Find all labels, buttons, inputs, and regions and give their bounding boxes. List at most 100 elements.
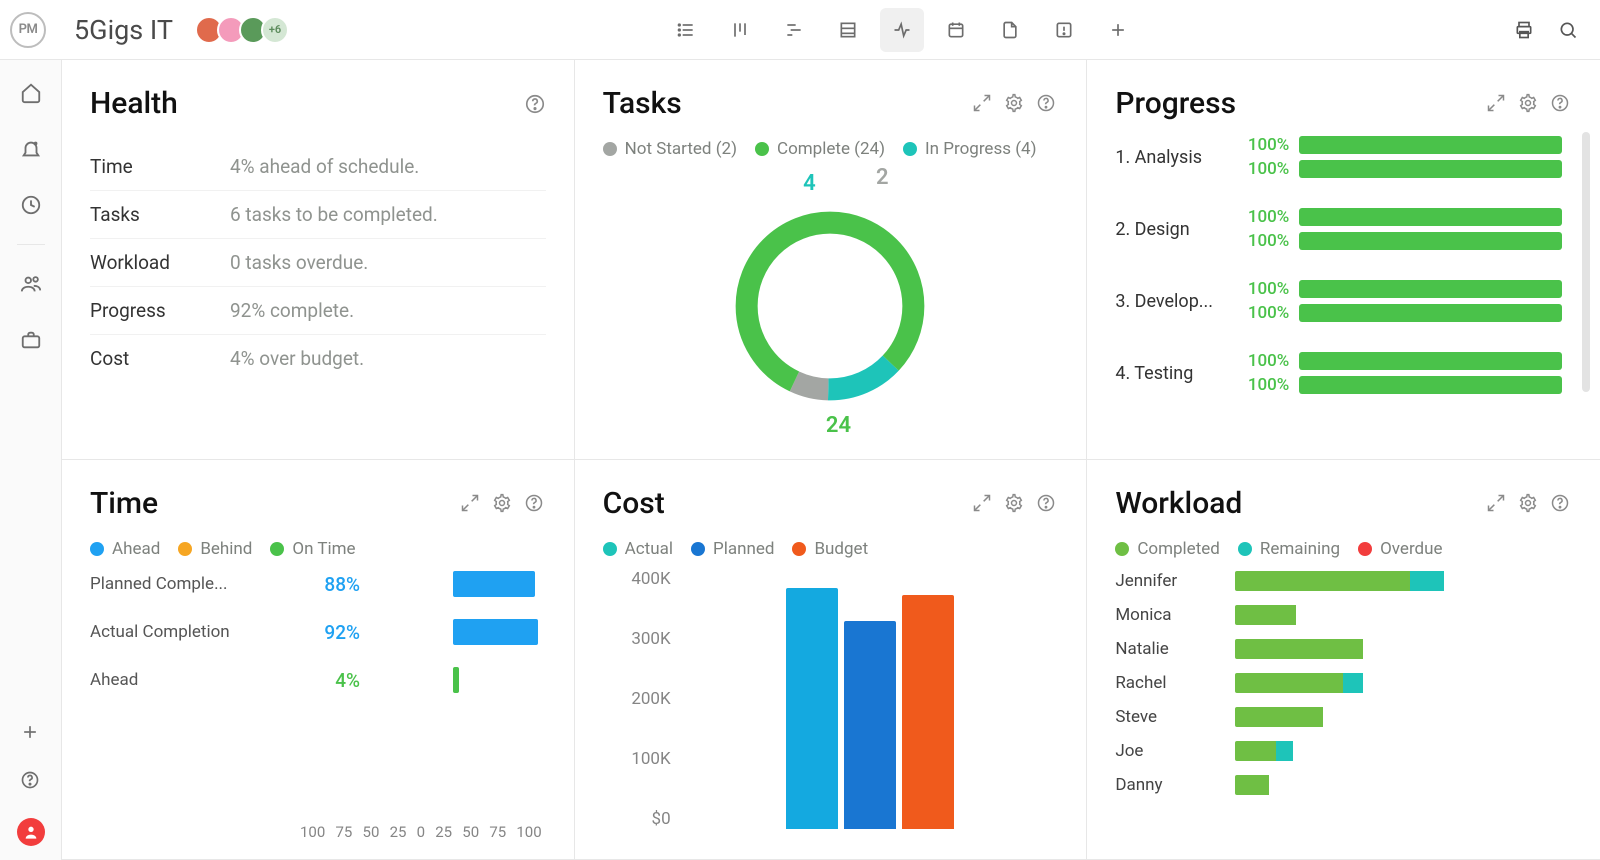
cost-bar (902, 595, 954, 829)
legend-label: Planned (713, 539, 774, 559)
health-row: Cost4% over budget. (90, 334, 546, 382)
workload-bar (1235, 741, 1572, 761)
panel-title: Health (90, 86, 178, 121)
expand-icon[interactable] (972, 93, 994, 115)
help-icon[interactable] (1550, 493, 1572, 515)
gear-icon[interactable] (1518, 93, 1540, 115)
sidebar (0, 60, 62, 860)
legend-item[interactable]: Complete (24) (755, 139, 885, 159)
legend-item[interactable]: Completed (1115, 539, 1220, 559)
help-icon[interactable] (1036, 493, 1058, 515)
avatar-overflow[interactable]: +6 (261, 16, 289, 44)
axis-tick: 25 (390, 823, 407, 841)
view-add[interactable] (1096, 8, 1140, 52)
legend-item[interactable]: Not Started (2) (603, 139, 737, 159)
legend-label: Complete (24) (777, 139, 885, 159)
expand-icon[interactable] (1486, 93, 1508, 115)
progress-pct: 100% (1235, 231, 1289, 251)
bell-icon[interactable] (20, 138, 42, 160)
workload-name: Danny (1115, 775, 1235, 795)
view-switch (307, 8, 1496, 52)
view-status[interactable] (880, 8, 924, 52)
progress-pct: 100% (1235, 279, 1289, 299)
panel-health: Health Time4% ahead of schedule.Tasks6 t… (62, 60, 575, 460)
project-title: 5Gigs IT (74, 14, 173, 46)
panel-tasks: Tasks Not Started (2) Complete (24) In Pro… (575, 60, 1088, 460)
legend-item[interactable]: Overdue (1358, 539, 1442, 559)
expand-icon[interactable] (1486, 493, 1508, 515)
dashboard: Health Time4% ahead of schedule.Tasks6 t… (62, 60, 1600, 860)
home-icon[interactable] (20, 82, 42, 104)
workload-bar (1235, 707, 1572, 727)
expand-icon[interactable] (460, 493, 482, 515)
user-avatar[interactable] (17, 818, 45, 846)
scrollbar[interactable] (1582, 132, 1590, 392)
workload-bar (1235, 673, 1572, 693)
gear-icon[interactable] (1004, 493, 1026, 515)
clock-icon[interactable] (20, 194, 42, 216)
panel-time: Time AheadBehindOn Time Planned Comple..… (62, 460, 575, 860)
panel-title: Progress (1115, 86, 1236, 121)
time-pct: 92% (290, 621, 360, 644)
briefcase-icon[interactable] (20, 329, 42, 351)
health-value: 4% over budget. (230, 347, 546, 370)
help-icon[interactable] (524, 93, 546, 115)
app-logo[interactable]: PM (10, 12, 46, 48)
axis-tick: 25 (435, 823, 452, 841)
add-icon[interactable] (20, 722, 42, 744)
legend-label: On Time (292, 539, 355, 559)
gear-icon[interactable] (1004, 93, 1026, 115)
workload-name: Monica (1115, 605, 1235, 625)
progress-row: 1. Analysis100%100% (1115, 135, 1562, 179)
legend-item[interactable]: Budget (792, 539, 868, 559)
health-value: 92% complete. (230, 299, 546, 322)
legend-label: In Progress (4) (925, 139, 1036, 159)
donut-value: 2 (876, 165, 889, 190)
help-icon[interactable] (20, 770, 42, 792)
panel-title: Cost (603, 486, 665, 521)
search-icon[interactable] (1558, 20, 1578, 40)
legend-item[interactable]: Behind (178, 539, 252, 559)
health-row: Progress92% complete. (90, 286, 546, 334)
help-icon[interactable] (524, 493, 546, 515)
panel-progress: Progress 1. Analysis100%100%2. Design100… (1087, 60, 1600, 460)
progress-pct: 100% (1235, 159, 1289, 179)
progress-name: 3. Develop... (1115, 291, 1225, 312)
legend-item[interactable]: On Time (270, 539, 355, 559)
expand-icon[interactable] (972, 493, 994, 515)
panel-title: Time (90, 486, 158, 521)
progress-bar (1299, 232, 1562, 250)
gear-icon[interactable] (1518, 493, 1540, 515)
health-label: Cost (90, 347, 230, 370)
view-calendar[interactable] (934, 8, 978, 52)
axis-tick: 75 (489, 823, 506, 841)
view-issues[interactable] (1042, 8, 1086, 52)
axis-tick: $0 (652, 809, 671, 829)
view-board[interactable] (718, 8, 762, 52)
help-icon[interactable] (1550, 93, 1572, 115)
help-icon[interactable] (1036, 93, 1058, 115)
topbar: PM 5Gigs IT +6 (0, 0, 1600, 60)
avatar-stack[interactable]: +6 (195, 16, 289, 44)
progress-row: 4. Testing100%100% (1115, 351, 1562, 395)
legend-item[interactable]: Ahead (90, 539, 160, 559)
health-label: Progress (90, 299, 230, 322)
workload-name: Jennifer (1115, 571, 1235, 591)
time-label: Actual Completion (90, 622, 290, 642)
workload-name: Joe (1115, 741, 1235, 761)
gear-icon[interactable] (492, 493, 514, 515)
print-icon[interactable] (1514, 20, 1534, 40)
view-list[interactable] (664, 8, 708, 52)
view-sheet[interactable] (826, 8, 870, 52)
view-gantt[interactable] (772, 8, 816, 52)
view-files[interactable] (988, 8, 1032, 52)
team-icon[interactable] (20, 273, 42, 295)
legend-item[interactable]: Actual (603, 539, 673, 559)
legend-item[interactable]: Remaining (1238, 539, 1340, 559)
axis-tick: 100 (516, 823, 541, 841)
panel-title: Tasks (603, 86, 682, 121)
legend-item[interactable]: Planned (691, 539, 774, 559)
legend-item[interactable]: In Progress (4) (903, 139, 1036, 159)
health-value: 4% ahead of schedule. (230, 155, 546, 178)
axis-tick: 200K (631, 689, 670, 709)
